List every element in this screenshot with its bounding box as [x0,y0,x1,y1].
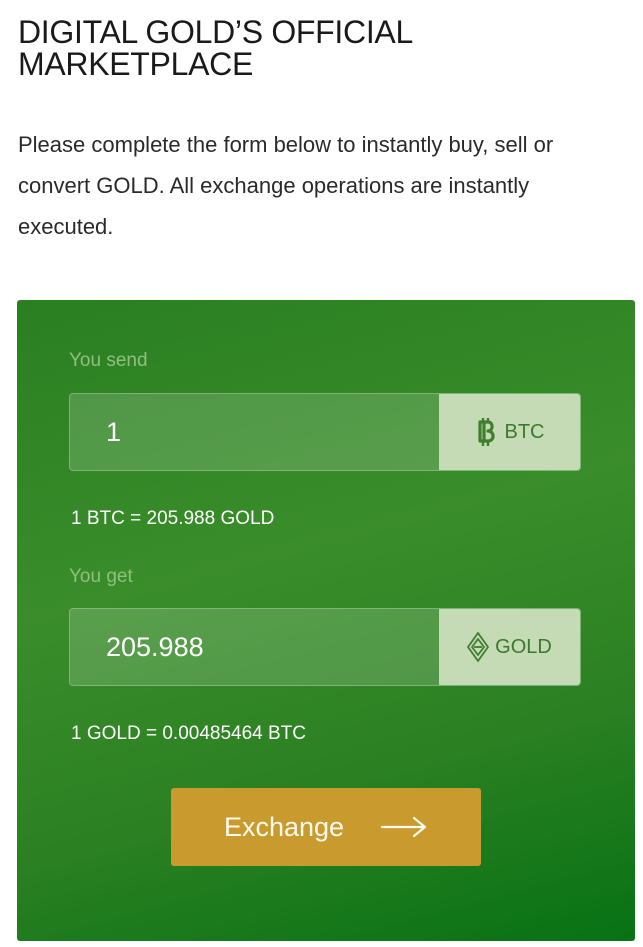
get-label: You get [69,566,133,587]
get-rate-text: 1 GOLD = 0.00485464 BTC [71,723,307,744]
bitcoin-icon [475,417,499,447]
get-currency-label: GOLD [495,635,552,658]
page-title-line-2: MARKETPLACE [18,46,253,82]
send-field: BTC [69,393,581,471]
send-rate-text: 1 BTC = 205.988 GOLD [71,508,275,529]
exchange-button[interactable]: Exchange [171,788,481,866]
get-field: GOLD [69,608,581,686]
send-currency-label: BTC [504,420,545,443]
get-currency-selector[interactable]: GOLD [439,609,580,685]
send-label: You send [69,350,148,371]
marketplace-page: DIGITAL GOLD’S OFFICIAL MARKETPLACE Plea… [0,0,643,947]
exchange-button-label: Exchange [223,811,345,842]
arrow-right-icon [380,815,428,839]
exchange-panel: You send 1 BTC 1 BTC = 205.988 GOLD You … [17,300,635,941]
send-amount-input[interactable] [70,394,440,470]
get-amount-input[interactable] [70,609,440,685]
page-title: DIGITAL GOLD’S OFFICIAL MARKETPLACE [18,16,618,80]
gold-diamond-icon [467,632,490,662]
send-currency-selector[interactable]: BTC [439,394,580,470]
intro-text: Please complete the form below to instan… [18,132,554,239]
page-title-line-1: DIGITAL GOLD’S OFFICIAL [18,14,413,50]
